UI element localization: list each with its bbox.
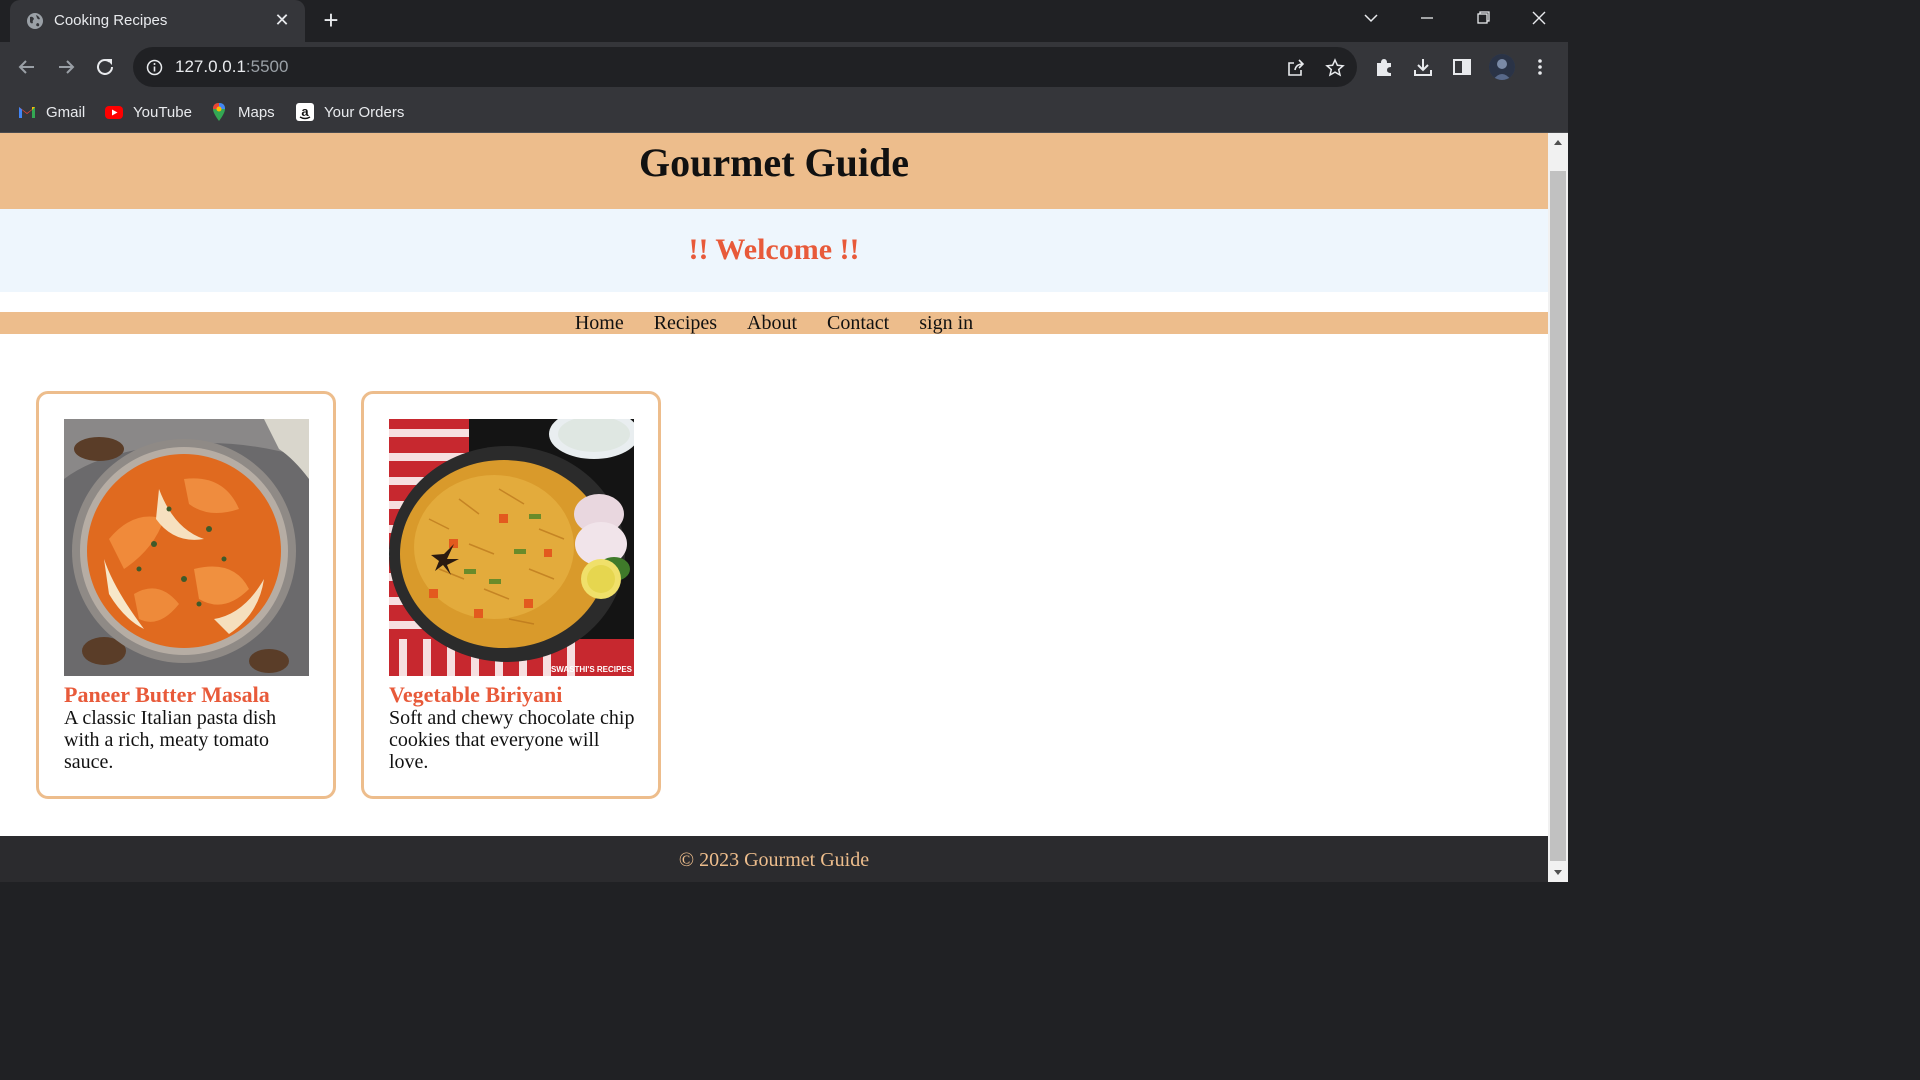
recipe-title[interactable]: Vegetable Biriyani xyxy=(389,682,562,708)
download-icon[interactable] xyxy=(1413,57,1433,77)
nav-link-about[interactable]: About xyxy=(732,312,812,334)
arrow-left-icon[interactable] xyxy=(14,54,40,80)
restore-icon[interactable] xyxy=(1468,6,1498,30)
bookmark-label: Maps xyxy=(238,103,275,121)
page-viewport: Gourmet Guide !! Welcome !! Home Recipes… xyxy=(0,133,1548,882)
recipe-title[interactable]: Paneer Butter Masala xyxy=(64,682,270,708)
bookmark-label: YouTube xyxy=(133,103,192,121)
globe-icon xyxy=(27,13,43,29)
bookmark-maps[interactable]: Maps xyxy=(209,100,275,124)
url-text: 127.0.0.1:5500 xyxy=(175,57,288,77)
page-scrollbar[interactable] xyxy=(1548,133,1568,882)
recipe-image-paneer-butter-masala xyxy=(64,419,309,676)
plus-icon[interactable]: + xyxy=(318,7,344,34)
browser-tab-strip: Cooking Recipes ✕ + xyxy=(0,0,1568,42)
youtube-icon xyxy=(105,106,123,119)
browser-toolbar: 127.0.0.1:5500 xyxy=(0,42,1568,92)
url-port: :5500 xyxy=(245,57,289,76)
profile-avatar-icon xyxy=(1489,54,1515,80)
star-icon[interactable] xyxy=(1325,58,1345,78)
arrow-right-icon[interactable] xyxy=(53,54,79,80)
nav-link-recipes[interactable]: Recipes xyxy=(639,312,732,334)
url-host: 127.0.0.1 xyxy=(175,57,246,76)
scroll-down-icon[interactable] xyxy=(1548,862,1568,882)
tab-title: Cooking Recipes xyxy=(54,12,168,29)
recipe-card[interactable]: Paneer Butter Masala A classic Italian p… xyxy=(36,391,336,799)
puzzle-icon[interactable] xyxy=(1374,57,1394,77)
paneer-butter-masala-photo xyxy=(64,419,309,676)
share-icon[interactable] xyxy=(1286,58,1306,78)
site-nav: Home Recipes About Contact sign in xyxy=(0,312,1548,334)
info-icon[interactable] xyxy=(146,59,163,76)
scroll-up-icon[interactable] xyxy=(1548,133,1568,153)
close-icon[interactable]: ✕ xyxy=(271,9,293,31)
profile-avatar[interactable] xyxy=(1489,54,1515,80)
side-panel-icon[interactable] xyxy=(1452,57,1472,77)
bookmark-label: Gmail xyxy=(46,103,86,121)
bookmark-your-orders[interactable]: a Your Orders xyxy=(295,100,404,124)
minimize-icon[interactable] xyxy=(1412,6,1442,30)
recipe-description: Soft and chewy chocolate chip cookies th… xyxy=(389,707,635,773)
kebab-menu-icon[interactable] xyxy=(1530,57,1550,77)
bookmark-gmail[interactable]: Gmail xyxy=(17,100,85,124)
vegetable-biriyani-photo: SWASTHI'S RECIPES xyxy=(389,419,634,676)
nav-link-home[interactable]: Home xyxy=(560,312,639,334)
maps-icon xyxy=(213,103,225,121)
recipe-description: A classic Italian pasta dish with a rich… xyxy=(64,707,277,773)
footer-copyright: © 2023 Gourmet Guide xyxy=(678,849,870,871)
address-bar[interactable]: 127.0.0.1:5500 xyxy=(133,47,1357,87)
welcome-heading: !! Welcome !! xyxy=(688,233,860,266)
image-watermark: SWASTHI'S RECIPES xyxy=(551,665,633,674)
bookmark-youtube[interactable]: YouTube xyxy=(104,100,192,124)
amazon-icon: a xyxy=(296,103,314,121)
scrollbar-thumb[interactable] xyxy=(1550,171,1566,861)
close-window-icon[interactable] xyxy=(1524,6,1554,30)
chevron-down-icon[interactable] xyxy=(1356,6,1386,30)
site-title: Gourmet Guide xyxy=(639,140,909,185)
nav-link-contact[interactable]: Contact xyxy=(812,312,904,334)
bookmark-label: Your Orders xyxy=(324,103,405,121)
site-footer: © 2023 Gourmet Guide xyxy=(0,836,1548,882)
browser-tab[interactable]: Cooking Recipes ✕ xyxy=(10,0,305,42)
svg-text:a: a xyxy=(301,104,309,119)
bookmarks-bar: Gmail YouTube Maps a Your Orders xyxy=(0,92,1568,133)
recipe-image-vegetable-biriyani: SWASTHI'S RECIPES xyxy=(389,419,634,676)
reload-icon[interactable] xyxy=(92,54,118,80)
recipe-card[interactable]: SWASTHI'S RECIPES Vegetable Biriyani Sof… xyxy=(361,391,661,799)
nav-link-sign-in[interactable]: sign in xyxy=(904,312,988,334)
gmail-icon xyxy=(19,107,35,118)
site-header: Gourmet Guide xyxy=(0,133,1548,209)
welcome-banner: !! Welcome !! xyxy=(0,209,1548,292)
